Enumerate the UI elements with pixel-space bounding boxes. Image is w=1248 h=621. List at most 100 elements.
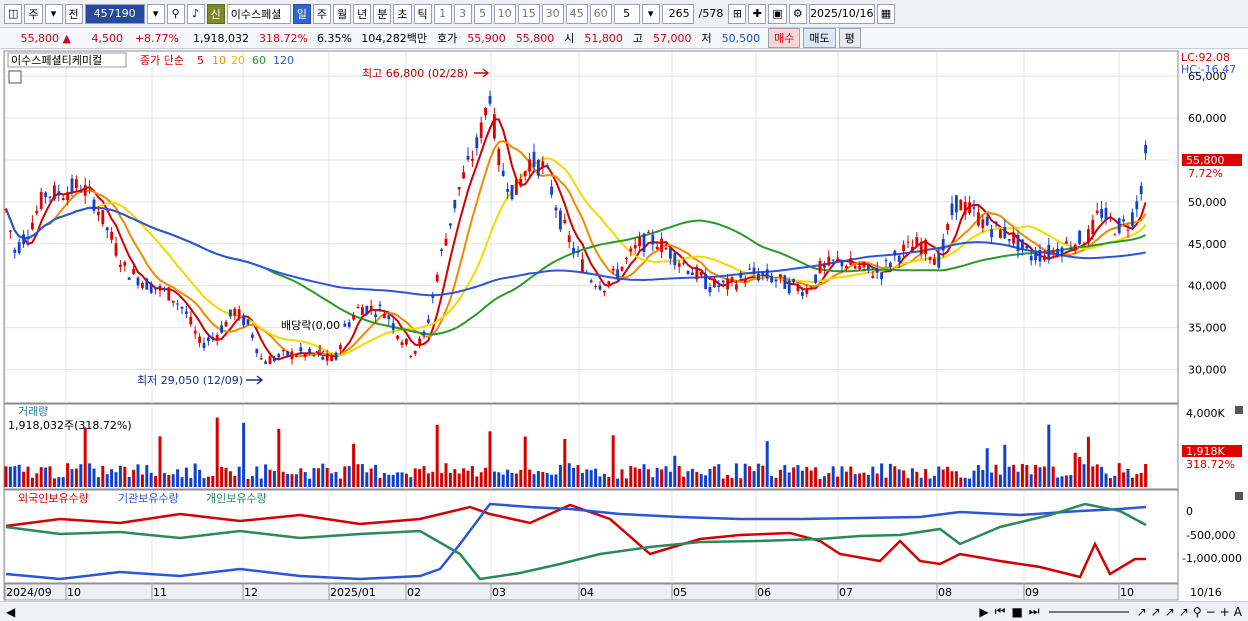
candle-body <box>220 325 223 333</box>
candle-body <box>462 172 465 179</box>
gear-icon[interactable]: ⚙ <box>788 3 807 24</box>
period-second-tab[interactable]: 초 <box>393 3 412 24</box>
volume-bar <box>101 465 105 487</box>
volume-bar <box>994 464 998 487</box>
volume-bar <box>171 474 175 487</box>
prev-button[interactable]: 전 <box>64 3 83 24</box>
interval-5-button[interactable]: 5 <box>473 3 492 24</box>
count-input[interactable]: 265 <box>661 3 694 24</box>
period-week-tab[interactable]: 주 <box>312 3 332 24</box>
forward-icon[interactable]: ⏭ <box>1026 604 1043 619</box>
candle-body <box>699 271 703 276</box>
chevron-down-icon[interactable]: ▾ <box>44 3 63 24</box>
volume-bar <box>1007 466 1011 487</box>
volume-current-pct: 318.72% <box>1186 458 1235 471</box>
tool-icon-1[interactable]: ↗ <box>1135 605 1149 619</box>
volume-bar <box>871 466 875 487</box>
code-dropdown-icon[interactable]: ▾ <box>146 3 165 24</box>
period-year-tab[interactable]: 년 <box>353 3 372 24</box>
candle-body <box>22 234 25 245</box>
chart-area[interactable]: 65,00060,00055,00050,00045,00040,00035,0… <box>0 49 1248 601</box>
candle-body <box>660 238 663 253</box>
market-select[interactable]: 주 <box>24 3 43 24</box>
buy-button[interactable]: 매수 <box>768 28 801 48</box>
crosshair-icon[interactable]: ✚ <box>748 3 767 24</box>
x-axis-label: 11 <box>153 586 167 599</box>
rewind-icon[interactable]: ⏮ <box>992 604 1009 619</box>
legend-ma10: 10 <box>212 54 226 67</box>
volume-bar <box>378 477 382 487</box>
volume-bar <box>4 466 8 487</box>
calendar-icon[interactable]: ▦ <box>876 3 896 24</box>
volume-bar <box>690 468 694 487</box>
zoom-icon[interactable]: ⊞ <box>728 3 747 24</box>
volume-bar <box>484 467 488 487</box>
candle-body <box>422 331 426 335</box>
volume-bar <box>387 474 391 487</box>
tool-icon-4[interactable]: ↗ <box>1177 605 1191 619</box>
period-month-tab[interactable]: 월 <box>333 3 352 24</box>
volume-bar <box>642 464 646 487</box>
candle-body <box>875 268 879 273</box>
period-day-tab[interactable]: 일 <box>292 3 311 24</box>
sell-button[interactable]: 매도 <box>803 28 836 48</box>
candle-body <box>1095 210 1099 214</box>
volume-bar <box>1051 466 1055 487</box>
scroll-left-icon[interactable]: ◀ <box>0 605 21 619</box>
candle-body <box>743 279 747 283</box>
candle-body <box>748 268 751 270</box>
volume-bar <box>299 468 303 487</box>
stock-chart[interactable]: 65,00060,00055,00050,00045,00040,00035,0… <box>0 49 1248 601</box>
interval-3-button[interactable]: 3 <box>453 3 472 24</box>
holdings-close-icon[interactable] <box>1235 492 1243 500</box>
change-rate: +8.77% <box>134 31 179 45</box>
zoom-out-icon[interactable]: − <box>1204 605 1218 619</box>
volume-bar <box>836 476 840 487</box>
candle-body <box>968 202 971 214</box>
tool-icon-3[interactable]: ↗ <box>1163 605 1177 619</box>
candle-body <box>378 304 382 307</box>
stop-icon[interactable]: ■ <box>1008 605 1025 619</box>
period-tick-tab[interactable]: 틱 <box>413 3 432 24</box>
candle-body <box>677 263 681 267</box>
candle-body <box>897 255 901 262</box>
period-minute-tab[interactable]: 분 <box>373 3 392 24</box>
volume-bar <box>611 435 615 487</box>
interval-10-button[interactable]: 10 <box>493 3 516 24</box>
volume-bar <box>950 471 954 487</box>
volume-bar <box>1003 444 1007 487</box>
volume-bar <box>748 466 752 487</box>
volume-bar <box>572 467 576 487</box>
save-icon[interactable]: ▣ <box>768 3 787 24</box>
stock-code-input[interactable]: 457190 <box>84 3 145 24</box>
tool-icon-2[interactable]: ↗ <box>1149 605 1163 619</box>
low-label: 저 <box>701 32 712 45</box>
table-icon[interactable] <box>8 70 22 84</box>
interval-dropdown-icon[interactable]: ▾ <box>641 3 660 24</box>
speaker-icon[interactable]: ♪ <box>186 3 205 24</box>
volume-bar <box>998 474 1002 487</box>
search-icon[interactable]: ⚲ <box>166 3 185 24</box>
legend-ma60: 60 <box>252 54 266 67</box>
date-input[interactable]: 2025/10/16 <box>808 3 875 24</box>
volume-bar <box>545 473 549 487</box>
holdings-legend-foreign: 외국인보유수량 <box>18 492 89 505</box>
volume-bar <box>211 475 215 487</box>
zoom-slider[interactable] <box>1048 610 1129 613</box>
interval-45-button[interactable]: 45 <box>565 3 588 24</box>
zoom-search-icon[interactable]: ⚲ <box>1191 605 1204 619</box>
layout-icon[interactable]: ◫ <box>4 3 23 24</box>
eval-button[interactable]: 평 <box>838 28 861 48</box>
volume-bar <box>554 474 558 487</box>
interval-input[interactable]: 5 <box>613 3 640 24</box>
candle-body <box>471 158 474 161</box>
font-size-icon[interactable]: A <box>1232 605 1248 619</box>
scroll-right-icon[interactable]: ▶ <box>976 605 991 619</box>
interval-1-button[interactable]: 1 <box>433 3 452 24</box>
interval-60-button[interactable]: 60 <box>589 3 612 24</box>
interval-30-button[interactable]: 30 <box>541 3 564 24</box>
candle-body <box>752 267 756 274</box>
interval-15-button[interactable]: 15 <box>517 3 540 24</box>
volume-close-icon[interactable] <box>1235 406 1243 414</box>
zoom-in-icon[interactable]: + <box>1218 605 1232 619</box>
